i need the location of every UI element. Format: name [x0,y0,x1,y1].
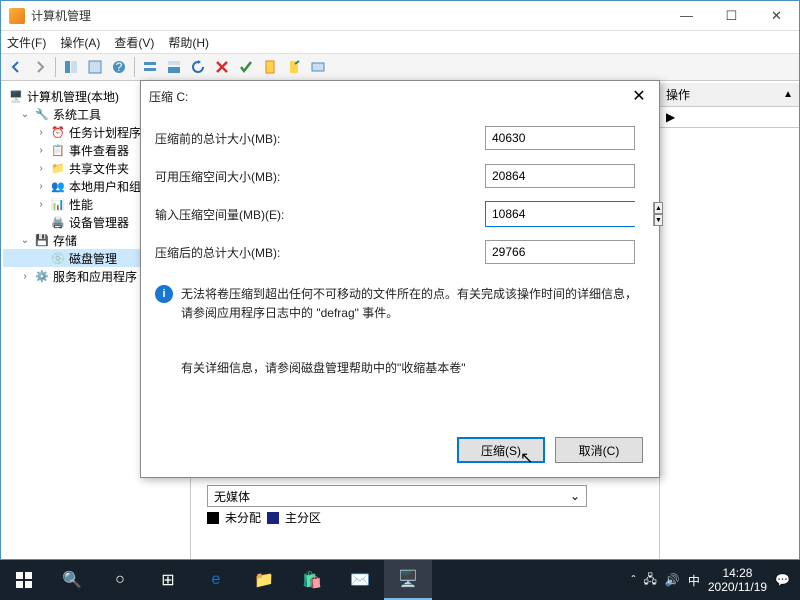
back-button[interactable] [5,56,27,78]
dialog-title: 压缩 C: [149,88,188,105]
close-button[interactable]: ✕ [754,1,799,30]
minimize-button[interactable]: — [664,1,709,30]
delete-button[interactable] [211,56,233,78]
search-button[interactable]: 🔍 [48,560,96,600]
legend-primary-swatch [267,512,279,524]
toolbar-button[interactable] [283,56,305,78]
tray-up-icon[interactable]: ˆ [632,573,636,587]
info-text-2: 有关详细信息，请参阅磁盘管理帮助中的"收缩基本卷" [181,359,645,378]
toolbar-button[interactable] [163,56,185,78]
before-size-field: 40630 [485,126,635,150]
spin-up-button[interactable]: ▲ [654,202,663,214]
dialog-close-button[interactable]: ✕ [627,84,651,108]
svg-text:?: ? [116,60,123,74]
actions-pane: 操作 ▲ ▶ [659,83,799,559]
toolbar-divider [134,57,135,77]
toolbar-button[interactable] [307,56,329,78]
start-button[interactable] [0,560,48,600]
actions-header: 操作 [666,86,690,103]
toolbar-divider [55,57,56,77]
after-size-label: 压缩后的总计大小(MB): [155,244,485,261]
network-icon[interactable]: 🖧 [644,570,657,591]
avail-space-label: 可用压缩空间大小(MB): [155,168,485,185]
check-button[interactable] [235,56,257,78]
store-button[interactable]: 🛍️ [288,560,336,600]
menu-action[interactable]: 操作(A) [60,34,100,51]
chevron-down-icon: ⌄ [570,489,580,503]
refresh-button[interactable] [187,56,209,78]
spin-down-button[interactable]: ▼ [654,214,663,226]
forward-button[interactable] [29,56,51,78]
titlebar: 计算机管理 — ☐ ✕ [1,1,799,31]
properties-button[interactable] [84,56,106,78]
legend: 未分配 主分区 [207,509,321,526]
taskbar: 🔍 ○ ⊞ e 📁 🛍️ ✉️ 🖥️ ˆ 🖧 🔊 中 14:28 2020/11… [0,560,800,600]
notifications-button[interactable]: 💬 [775,573,790,587]
maximize-button[interactable]: ☐ [709,1,754,30]
menubar: 文件(F) 操作(A) 查看(V) 帮助(H) [1,31,799,53]
toolbar: ? [1,53,799,81]
mail-button[interactable]: ✉️ [336,560,384,600]
help-button[interactable]: ? [108,56,130,78]
cancel-button[interactable]: 取消(C) [555,437,643,463]
window-title: 计算机管理 [31,7,664,24]
shrink-button[interactable]: 压缩(S) [457,437,545,463]
legend-unallocated-swatch [207,512,219,524]
shrink-amount-label: 输入压缩空间量(MB)(E): [155,206,485,223]
taskview-button[interactable]: ⊞ [144,560,192,600]
shrink-amount-input[interactable] [486,202,653,226]
menu-file[interactable]: 文件(F) [7,34,46,51]
compmgmt-taskbar-button[interactable]: 🖥️ [384,560,432,600]
toolbar-button[interactable] [139,56,161,78]
avail-space-field: 20864 [485,164,635,188]
cortana-button[interactable]: ○ [96,560,144,600]
ime-indicator[interactable]: 中 [688,572,700,589]
app-icon [9,8,25,24]
after-size-field: 29766 [485,240,635,264]
menu-view[interactable]: 查看(V) [114,34,154,51]
info-icon: i [155,285,173,303]
volume-icon[interactable]: 🔊 [665,573,680,587]
edge-button[interactable]: e [192,560,240,600]
shrink-amount-spinner[interactable]: ▲ ▼ [485,201,635,227]
before-size-label: 压缩前的总计大小(MB): [155,130,485,147]
menu-help[interactable]: 帮助(H) [168,34,209,51]
collapse-icon[interactable]: ▲ [783,89,793,100]
toolbar-button[interactable] [259,56,281,78]
info-text-1: 无法将卷压缩到超出任何不可移动的文件所在的点。有关完成该操作时间的详细信息，请参… [181,285,645,323]
show-tree-button[interactable] [60,56,82,78]
clock[interactable]: 14:28 2020/11/19 [708,566,767,595]
shrink-dialog: 压缩 C: ✕ 压缩前的总计大小(MB): 40630 可用压缩空间大小(MB)… [140,80,660,478]
actions-arrow-icon[interactable]: ▶ [666,110,675,124]
media-dropdown[interactable]: 无媒体 ⌄ [207,485,587,507]
explorer-button[interactable]: 📁 [240,560,288,600]
